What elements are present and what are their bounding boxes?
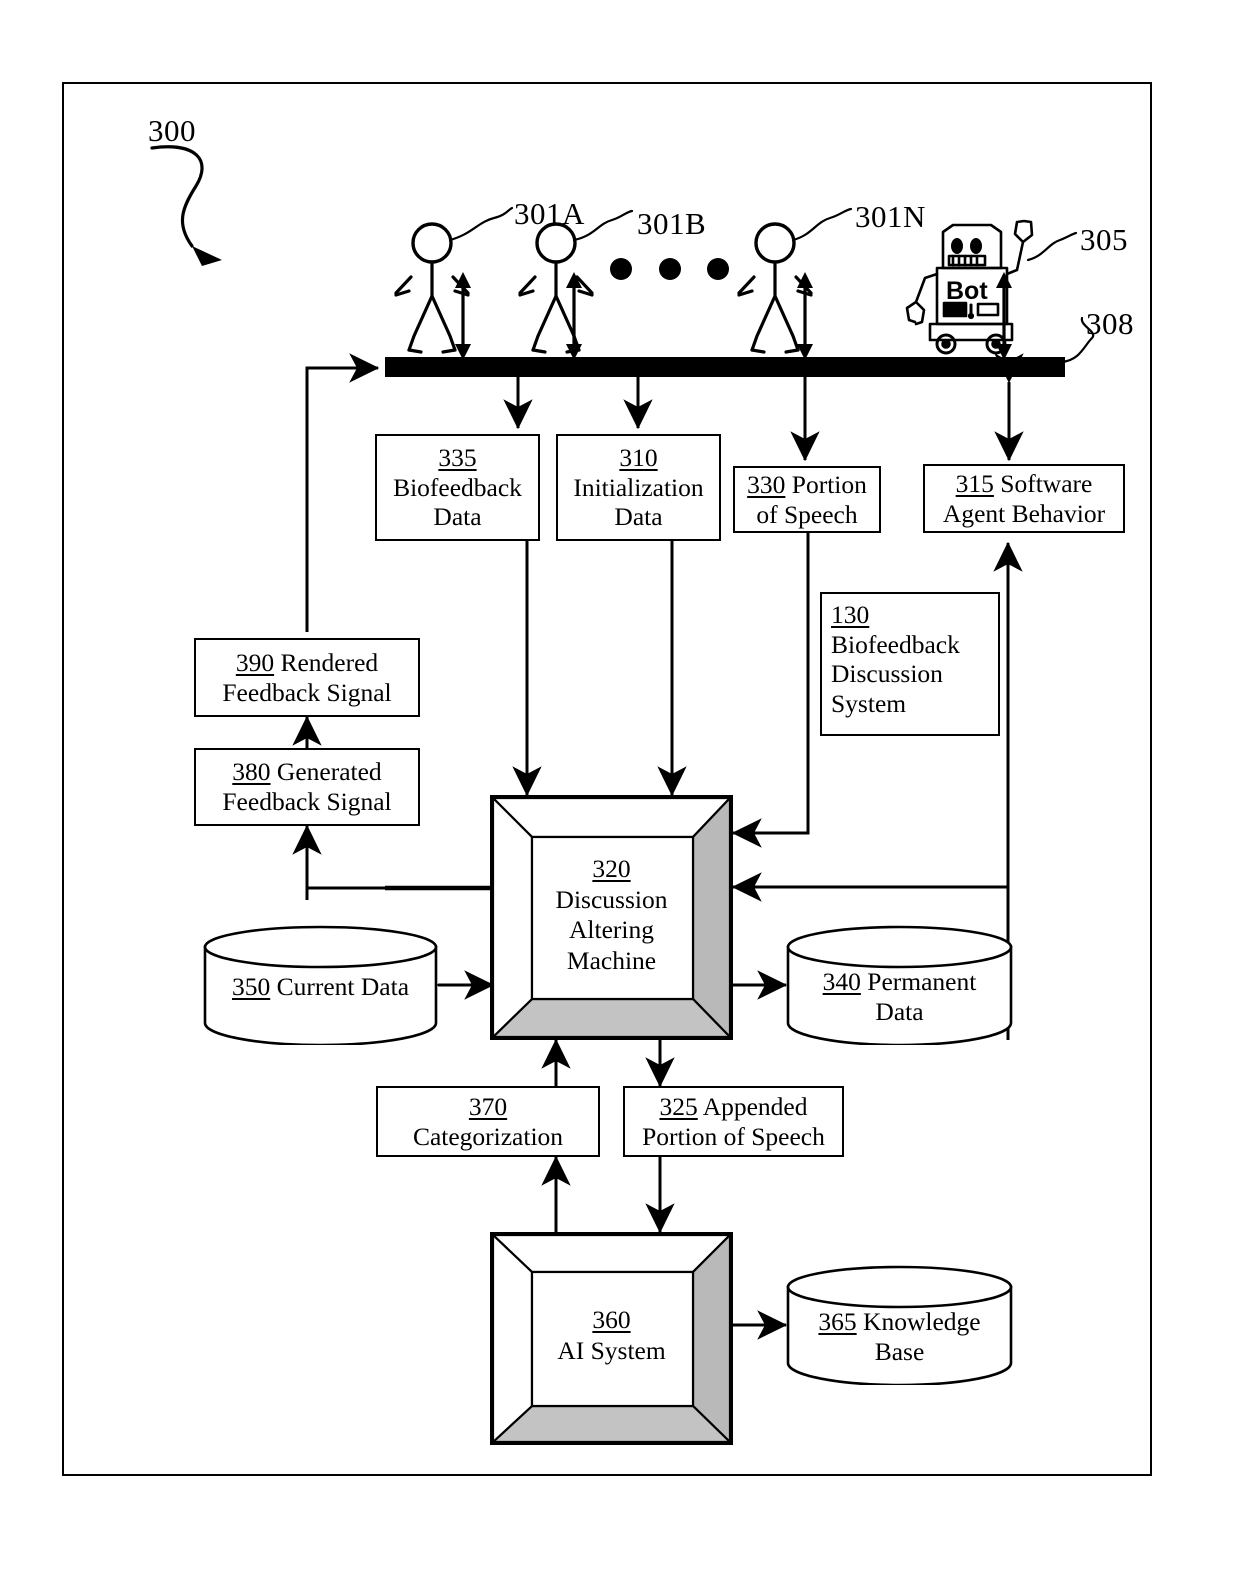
discussion-bus-308	[385, 357, 1065, 377]
machine-320-text: 320 Discussion Altering Machine	[490, 854, 733, 976]
datastore-340-number: 340	[822, 967, 861, 996]
box-310-number: 310	[619, 443, 658, 473]
box-390-rendered-feedback-signal[interactable]: 390 Rendered Feedback Signal	[194, 638, 420, 717]
box-390-row1: 390 Rendered	[235, 647, 379, 677]
machine-360-text: 360 AI System	[490, 1305, 733, 1366]
box-330-portion-of-speech[interactable]: 330 Portion of Speech	[733, 466, 881, 533]
machine-320-line3: Machine	[566, 945, 657, 975]
box-370-label: Categorization	[412, 1121, 564, 1151]
machine-320-line1: Discussion	[555, 884, 668, 914]
box-380-row1: 380 Generated	[232, 757, 382, 787]
box-335-line2: Data	[433, 502, 482, 532]
bot-body-label: Bot	[946, 277, 988, 305]
datastore-365-label2: Base	[874, 1336, 925, 1366]
datastore-350-current-data[interactable]: 350 Current Data	[203, 925, 438, 1047]
datastore-365-label: Knowledge	[863, 1307, 981, 1336]
machine-320-line2: Altering	[569, 915, 654, 945]
box-330-row2: of Speech	[756, 499, 858, 529]
machine-360-ai-system[interactable]: 360 AI System	[490, 1232, 733, 1445]
ref-301N: 301N	[855, 199, 926, 234]
datastore-340-label2: Data	[875, 996, 924, 1026]
datastore-365-knowledge-base[interactable]: 365 Knowledge Base	[786, 1265, 1013, 1387]
datastore-340-text: 340 Permanent Data	[786, 967, 1013, 1026]
ref-301B: 301B	[637, 206, 707, 241]
ref-301A: 301A	[514, 196, 585, 231]
datastore-350-label: Current Data	[276, 972, 410, 1001]
box-325-row1: 325 Appended	[659, 1091, 808, 1121]
datastore-365-number: 365	[818, 1307, 857, 1336]
box-310-line1: Initialization	[573, 472, 704, 502]
box-315-software-agent-behavior[interactable]: 315 Software Agent Behavior	[923, 464, 1125, 533]
box-335-biofeedback-data[interactable]: 335 Biofeedback Data	[375, 434, 540, 541]
datastore-340-label: Permanent	[867, 967, 977, 996]
box-130-line2: Discussion	[831, 659, 943, 689]
box-310-initialization-data[interactable]: 310 Initialization Data	[556, 434, 721, 541]
box-390-row2: Feedback Signal	[222, 677, 392, 707]
box-130-line3: System	[831, 688, 907, 718]
box-370-number: 370	[468, 1091, 508, 1121]
box-310-line2: Data	[614, 502, 663, 532]
box-330-row1: 330 Portion	[747, 469, 867, 499]
box-370-categorization[interactable]: 370 Categorization	[376, 1086, 600, 1157]
box-380-generated-feedback-signal[interactable]: 380 Generated Feedback Signal	[194, 748, 420, 826]
figure-ref-300: 300	[148, 113, 196, 148]
box-130-number: 130	[831, 600, 870, 629]
machine-320-number: 320	[592, 854, 631, 883]
box-325-appended-portion-of-speech[interactable]: 325 Appended Portion of Speech	[623, 1086, 844, 1157]
ref-308: 308	[1086, 306, 1134, 341]
box-315-row2: Agent Behavior	[942, 498, 1106, 528]
machine-320-discussion-altering[interactable]: 320 Discussion Altering Machine	[490, 795, 733, 1040]
datastore-350-text: 350 Current Data	[203, 972, 438, 1002]
machine-360-line1: AI System	[557, 1335, 666, 1365]
box-335-line1: Biofeedback	[393, 472, 522, 502]
datastore-350-number: 350	[231, 972, 271, 1001]
box-335-number: 335	[438, 443, 477, 473]
box-315-row1: 315 Software	[955, 468, 1093, 498]
box-325-row2: Portion of Speech	[642, 1121, 825, 1151]
box-130-biofeedback-discussion-system[interactable]: 130 Biofeedback Discussion System	[820, 592, 1000, 736]
datastore-365-text: 365 Knowledge Base	[786, 1307, 1013, 1366]
patent-figure-canvas: 300 301A 301B 301N 305 308 335 Biofeedba…	[0, 0, 1240, 1570]
box-130-line1: Biofeedback	[831, 629, 960, 659]
ref-305: 305	[1080, 222, 1128, 257]
datastore-340-permanent-data[interactable]: 340 Permanent Data	[786, 925, 1013, 1047]
box-380-row2: Feedback Signal	[222, 787, 392, 816]
machine-360-number: 360	[592, 1305, 631, 1334]
